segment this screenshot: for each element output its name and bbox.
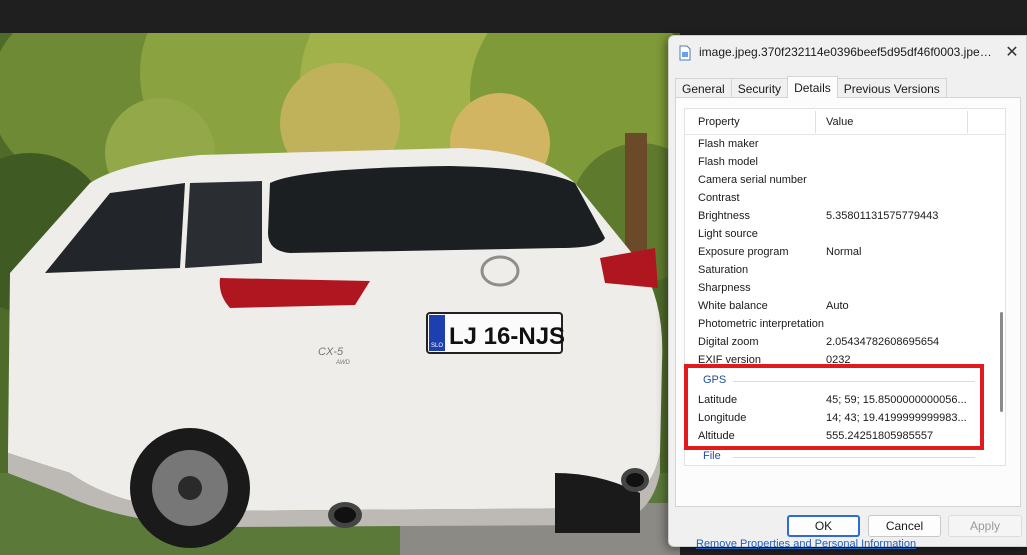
file-icon (679, 45, 691, 61)
property-value: 14; 43; 19.4199999999983... (826, 412, 967, 424)
section-title-file: File (703, 450, 721, 462)
property-name: Light source (698, 228, 758, 240)
license-plate-country: SLO (431, 343, 443, 349)
tab-strip: General Security Details Previous Versio… (675, 76, 947, 98)
column-header-property[interactable]: Property (698, 116, 740, 128)
dialog-title: image.jpeg.370f232114e0396beef5d95df46f0… (699, 45, 994, 59)
column-divider[interactable] (967, 111, 968, 133)
list-item[interactable]: Latitude 45; 59; 15.8500000000056... (685, 391, 1005, 409)
tab-previous-versions[interactable]: Previous Versions (836, 78, 947, 98)
property-value: 2.05434782608695654 (826, 336, 940, 348)
screen: SLO LJ 16-NJS CX-5 AWD image.jpeg.370f23… (0, 0, 1027, 555)
close-button[interactable]: ✕ (998, 36, 1026, 68)
section-header-gps: GPS (685, 369, 1005, 391)
list-item[interactable]: Exposure program Normal (685, 243, 1005, 261)
tab-details[interactable]: Details (787, 76, 838, 98)
property-value: 0232 (826, 354, 851, 366)
model-badge-sub: AWD (335, 360, 351, 366)
cancel-button[interactable]: Cancel (868, 515, 941, 537)
property-name: Contrast (698, 192, 740, 204)
list-item[interactable]: Flash model (685, 153, 1005, 171)
list-item[interactable]: Saturation (685, 261, 1005, 279)
property-value: 5.35801131575779443 (826, 210, 939, 222)
title-bar: image.jpeg.370f232114e0396beef5d95df46f0… (669, 36, 1026, 72)
tab-general[interactable]: General (675, 78, 732, 98)
property-value: 555.24251805985557 (826, 430, 934, 442)
property-name: Brightness (698, 210, 750, 222)
list-item[interactable]: Contrast (685, 189, 1005, 207)
property-value: Normal (826, 246, 862, 258)
property-value: Auto (826, 300, 849, 312)
list-item[interactable]: EXIF version 0232 (685, 351, 1005, 369)
vertical-scrollbar[interactable] (1000, 136, 1003, 465)
list-header: Property Value (685, 109, 1005, 135)
section-title-gps: GPS (703, 374, 727, 386)
remove-properties-link[interactable]: Remove Properties and Personal Informati… (696, 538, 916, 550)
property-name: Digital zoom (698, 336, 759, 348)
model-badge: CX-5 (318, 346, 344, 358)
properties-dialog: image.jpeg.370f232114e0396beef5d95df46f0… (668, 35, 1027, 550)
list-item[interactable]: Light source (685, 225, 1005, 243)
property-name: Altitude (698, 430, 735, 442)
ok-button[interactable]: OK (787, 515, 860, 537)
property-name: EXIF version (698, 354, 761, 366)
list-item[interactable]: Altitude 555.24251805985557 (685, 427, 1005, 445)
list-item[interactable]: Sharpness (685, 279, 1005, 297)
list-item[interactable]: Flash maker (685, 135, 1005, 153)
column-header-value[interactable]: Value (826, 116, 853, 128)
close-icon[interactable]: ✕ (1005, 42, 1018, 62)
property-name: Flash maker (698, 138, 759, 150)
property-name: Exposure program (698, 246, 789, 258)
column-divider[interactable] (815, 111, 816, 133)
scrollbar-thumb[interactable] (1000, 312, 1003, 412)
list-item[interactable]: White balance Auto (685, 297, 1005, 315)
details-panel: Property Value Flash maker Flash model C… (675, 97, 1021, 550)
list-item[interactable]: Longitude 14; 43; 19.4199999999983... (685, 409, 1005, 427)
properties-list[interactable]: Property Value Flash maker Flash model C… (684, 108, 1006, 466)
property-rows: Flash maker Flash model Camera serial nu… (685, 135, 1005, 465)
list-item[interactable]: Photometric interpretation (685, 315, 1005, 333)
license-plate-number: LJ 16-NJS (449, 323, 565, 350)
property-name: White balance (698, 300, 768, 312)
property-name: Latitude (698, 394, 738, 406)
section-header-file: File (685, 445, 1005, 465)
car-photo: SLO LJ 16-NJS CX-5 AWD (0, 33, 680, 555)
property-name: Photometric interpretation (698, 318, 824, 330)
apply-button[interactable]: Apply (948, 515, 1022, 537)
list-item[interactable]: Digital zoom 2.05434782608695654 (685, 333, 1005, 351)
property-name: Flash model (698, 156, 758, 168)
property-value: 45; 59; 15.8500000000056... (826, 394, 967, 406)
list-item[interactable]: Camera serial number (685, 171, 1005, 189)
property-name: Saturation (698, 264, 749, 276)
property-name: Longitude (698, 412, 747, 424)
section-divider (733, 457, 975, 458)
top-bar (0, 0, 1027, 33)
tab-security[interactable]: Security (730, 78, 789, 98)
section-divider (733, 381, 975, 382)
list-item[interactable]: Brightness 5.35801131575779443 (685, 207, 1005, 225)
property-name: Sharpness (698, 282, 751, 294)
property-name: Camera serial number (698, 174, 807, 186)
